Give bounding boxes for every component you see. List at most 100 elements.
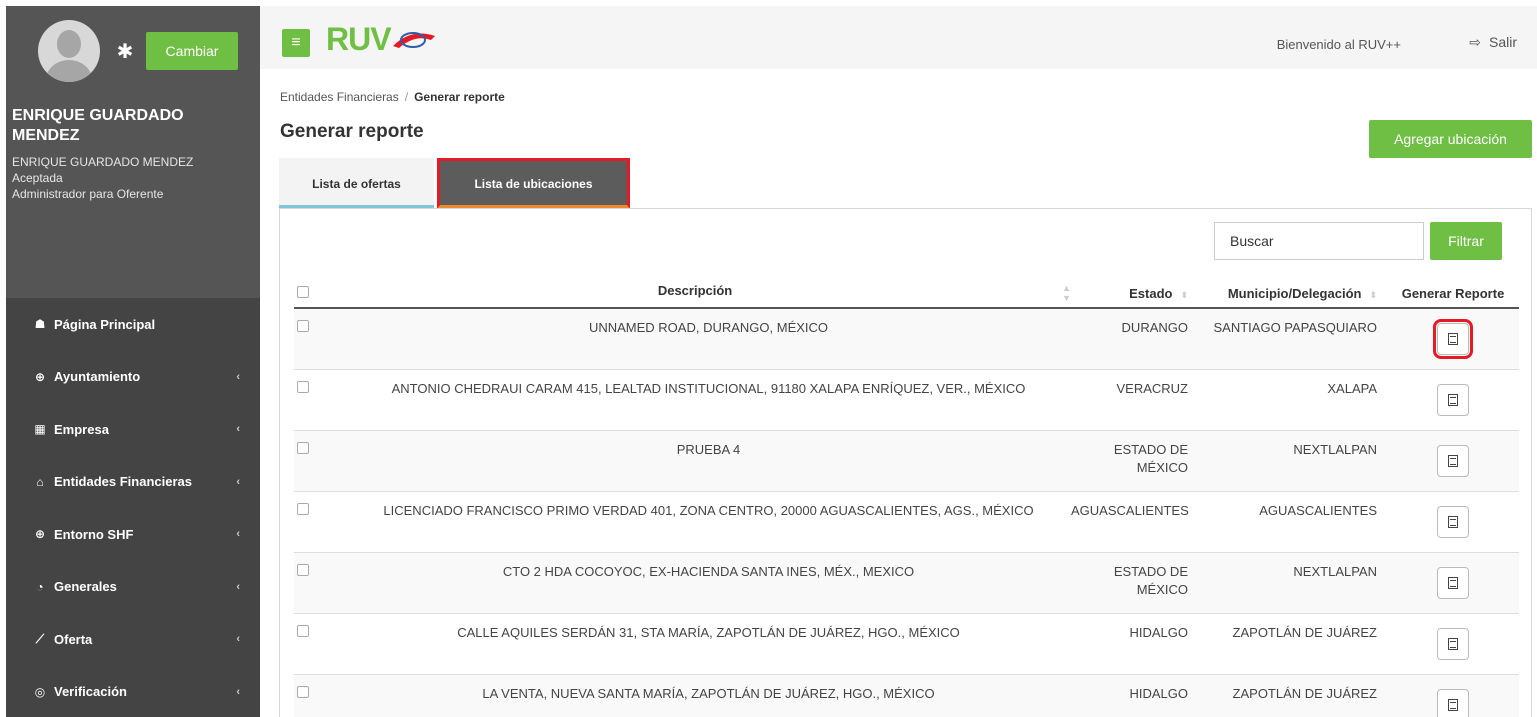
generate-report-button[interactable] [1437, 444, 1469, 477]
table-row: UNNAMED ROAD, DURANGO, MÉXICO DURANGO SANT… [294, 308, 1519, 370]
sidebar-item-label: Generales [54, 579, 117, 595]
generate-report-button[interactable] [1437, 688, 1469, 717]
cell-municipio: ZAPOTLÁN DE JUÁREZ [1198, 674, 1387, 717]
cell-estado: ESTADO DE MÉXICO [1071, 430, 1198, 492]
sidebar-item-label: Verificación [54, 684, 127, 700]
row-checkbox[interactable] [297, 624, 309, 637]
user-profile-panel: ✱ Cambiar ENRIQUE GUARDADO MENDEZ ENRIQU… [6, 6, 260, 298]
change-button[interactable]: Cambiar [146, 32, 238, 70]
row-checkbox[interactable] [297, 380, 309, 393]
avatar[interactable] [38, 20, 100, 82]
row-checkbox[interactable] [297, 563, 309, 576]
sidebar-item-1[interactable]: ⊕ Ayuntamiento ‹ [6, 351, 260, 404]
cell-municipio: AGUASCALIENTES [1198, 491, 1387, 553]
table-row: CTO 2 HDA COCOYOC, EX-HACIENDA SANTA INE… [294, 552, 1519, 614]
cell-estado: AGUASCALIENTES [1071, 491, 1198, 553]
add-location-button[interactable]: Agregar ubicación [1369, 120, 1532, 158]
cell-generar-reporte [1387, 430, 1519, 492]
user-role: Administrador para Oferente [12, 187, 164, 201]
row-checkbox[interactable] [297, 502, 309, 515]
table-row: LICENCIADO FRANCISCO PRIMO VERDAD 401, Z… [294, 491, 1519, 553]
filter-button[interactable]: Filtrar [1430, 222, 1502, 260]
breadcrumb-separator: / [404, 90, 409, 104]
column-estado[interactable]: Estado ⬍ [1071, 279, 1198, 309]
select-all-header [294, 279, 336, 309]
sidebar-item-label: Entorno SHF [54, 526, 134, 542]
chevron-left-icon: ‹ [236, 685, 240, 698]
cell-descripcion: CALLE AQUILES SERDÁN 31, STA MARÍA, ZAPO… [336, 613, 1071, 675]
cell-estado: DURANGO [1071, 308, 1198, 370]
sidebar-item-label: Ayuntamiento [54, 369, 141, 385]
top-bar: ≡ RUV Bienvenido al RUV++ ⇨ Salir [260, 6, 1537, 69]
table-row: CALLE AQUILES SERDÁN 31, STA MARÍA, ZAPO… [294, 613, 1519, 675]
logout-link[interactable]: ⇨ Salir [1469, 34, 1517, 51]
column-label: Municipio/Delegación [1227, 285, 1362, 301]
generate-report-button[interactable] [1437, 383, 1469, 416]
sidebar-item-0[interactable]: ☗ Página Principal [6, 298, 260, 351]
cell-estado: HIDALGO [1071, 674, 1198, 717]
sort-icon: ⬍ [1180, 289, 1188, 300]
home-icon: ☗ [34, 317, 46, 332]
sidebar-item-6[interactable]: ⟋ Oferta ‹ [6, 613, 260, 666]
cell-municipio: XALAPA [1198, 369, 1387, 431]
sidebar-item-5[interactable]: ◔ Generales ‹ [6, 561, 260, 614]
gear-icon[interactable]: ✱ [114, 39, 136, 64]
breadcrumb-parent[interactable]: Entidades Financieras [280, 90, 399, 104]
row-select-cell [294, 491, 336, 553]
ruv-logo[interactable]: RUV [326, 20, 437, 57]
cell-estado: HIDALGO [1071, 613, 1198, 675]
cell-municipio: SANTIAGO PAPASQUIARO [1198, 308, 1387, 370]
sidebar-item-2[interactable]: ▦ Empresa ‹ [6, 403, 260, 456]
logo-text: RUV [326, 20, 392, 57]
column-municipio[interactable]: Municipio/Delegación ⬍ [1198, 279, 1387, 309]
cell-descripcion: UNNAMED ROAD, DURANGO, MÉXICO [336, 308, 1071, 370]
sidebar-menu: ☗ Página Principal ⊕ Ayuntamiento ‹ ▦ Empresa ‹… [6, 298, 260, 717]
cell-generar-reporte [1387, 552, 1519, 614]
column-descripcion[interactable]: Descripción ▲ ▼ [336, 279, 1071, 309]
row-select-cell [294, 369, 336, 431]
chevron-left-icon: ‹ [236, 475, 240, 488]
row-checkbox[interactable] [297, 441, 309, 454]
row-select-cell [294, 613, 336, 675]
row-checkbox[interactable] [297, 685, 309, 698]
sidebar-item-4[interactable]: ⊕ Entorno SHF ‹ [6, 508, 260, 561]
sidebar-item-label: Oferta [54, 631, 93, 647]
generate-report-button[interactable] [1437, 505, 1469, 538]
row-select-cell [294, 430, 336, 492]
table-body: UNNAMED ROAD, DURANGO, MÉXICO DURANGO SANT… [294, 308, 1519, 717]
bank-icon: ⌂ [36, 474, 44, 489]
cell-municipio: NEXTLALPAN [1198, 552, 1387, 614]
cell-estado: VERACRUZ [1071, 369, 1198, 431]
sidebar-item-7[interactable]: ◎ Verificación ‹ [6, 666, 260, 717]
table-row: PRUEBA 4 ESTADO DE MÉXICO NEXTLALPAN [294, 430, 1519, 492]
locations-table: Descripción ▲ ▼ Estado ⬍ Municipio/Delegaci… [294, 279, 1519, 717]
cell-municipio: ZAPOTLÁN DE JUÁREZ [1198, 613, 1387, 675]
row-checkbox[interactable] [297, 320, 309, 332]
generate-report-button[interactable] [1437, 566, 1469, 599]
sign-out-icon: ⇨ [1469, 34, 1481, 50]
sidebar-item-3[interactable]: ⌂ Entidades Financieras ‹ [6, 456, 260, 509]
document-icon [1448, 515, 1458, 528]
tab-lista-ubicaciones[interactable]: Lista de ubicaciones [437, 158, 630, 209]
sidebar-item-label: Página Principal [54, 316, 156, 332]
chevron-left-icon: ‹ [236, 580, 240, 593]
cell-descripcion: LICENCIADO FRANCISCO PRIMO VERDAD 401, Z… [336, 491, 1071, 553]
row-select-cell [294, 674, 336, 717]
search-input[interactable] [1214, 222, 1424, 260]
cell-generar-reporte [1387, 491, 1519, 553]
chevron-left-icon: ‹ [236, 528, 240, 541]
user-name: ENRIQUE GUARDADO MENDEZ [12, 107, 184, 144]
select-all-checkbox[interactable] [297, 285, 309, 298]
line-chart-icon: ⟋ [35, 631, 45, 646]
hamburger-menu-button[interactable]: ≡ [282, 29, 310, 57]
sort-icon: ⬍ [1369, 289, 1377, 300]
generate-report-button[interactable] [1437, 627, 1469, 660]
table-header-row: Descripción ▲ ▼ Estado ⬍ Municipio/Delegaci… [294, 279, 1519, 309]
cell-generar-reporte [1387, 308, 1519, 370]
cell-municipio: NEXTLALPAN [1198, 430, 1387, 492]
generate-report-button[interactable] [1433, 319, 1473, 359]
cell-descripcion: LA VENTA, NUEVA SANTA MARÍA, ZAPOTLÁN DE… [336, 674, 1071, 717]
cell-generar-reporte [1387, 613, 1519, 675]
plus-circle-icon: ⊕ [34, 369, 46, 384]
tab-lista-ofertas[interactable]: Lista de ofertas [279, 158, 434, 209]
